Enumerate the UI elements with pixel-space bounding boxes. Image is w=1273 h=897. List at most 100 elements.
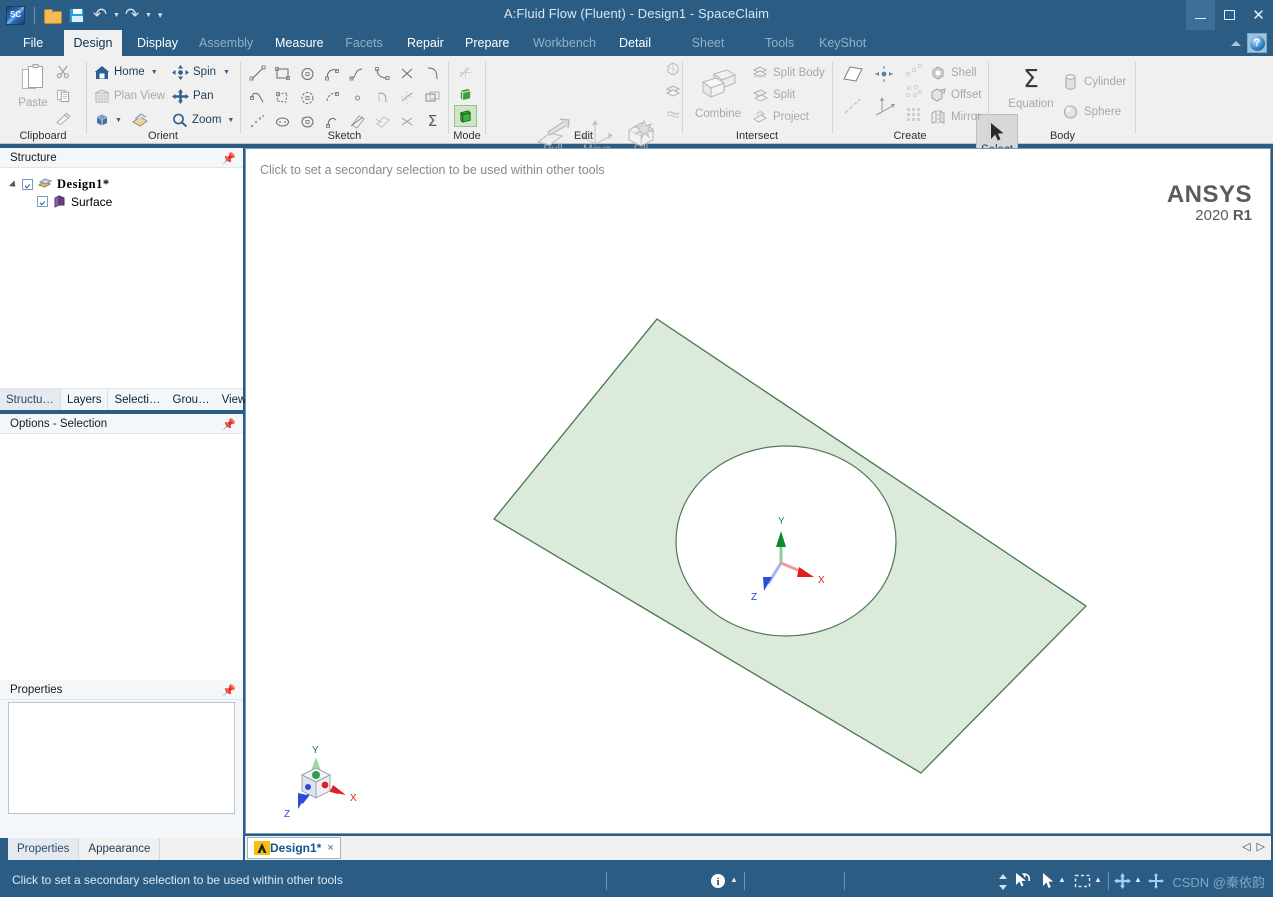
- expand-collapse-icon[interactable]: [10, 180, 20, 190]
- axis-line-button[interactable]: [842, 96, 864, 116]
- split-button[interactable]: Split: [752, 85, 795, 104]
- cube-dropdown-icon[interactable]: ▼: [115, 117, 122, 124]
- tab-detail[interactable]: Detail: [610, 30, 660, 56]
- sketch-trim-tool[interactable]: [395, 61, 420, 85]
- mode-sketch-button[interactable]: [454, 61, 477, 83]
- tab-design[interactable]: Design: [64, 30, 122, 56]
- pin-icon[interactable]: 📌: [222, 684, 236, 697]
- blend-button[interactable]: [665, 61, 681, 77]
- project-button[interactable]: Project: [752, 107, 809, 126]
- tree-node-design1[interactable]: Design1*: [10, 176, 243, 193]
- tab-appearance[interactable]: Appearance: [79, 838, 161, 860]
- mode-section-button[interactable]: [454, 83, 477, 105]
- tab-facets[interactable]: Facets: [336, 30, 392, 56]
- sketch-construction-tool[interactable]: [395, 85, 420, 109]
- merge-button[interactable]: [665, 105, 681, 121]
- sketch-point-tool[interactable]: [345, 85, 370, 109]
- sketch-arc-3pt-tool[interactable]: [320, 85, 345, 109]
- tab-keyshot[interactable]: KeyShot: [810, 30, 874, 56]
- info-icon[interactable]: i: [710, 873, 726, 889]
- spinner-icon[interactable]: [997, 873, 1009, 891]
- view-cube-button[interactable]: ▼: [94, 110, 149, 130]
- prev-tab-icon[interactable]: ◁: [1242, 840, 1250, 853]
- pan-button[interactable]: Pan: [172, 86, 213, 106]
- tab-selection[interactable]: Selecti…: [108, 389, 166, 410]
- properties-grid[interactable]: [8, 702, 235, 814]
- tree-node-surface[interactable]: Surface: [10, 193, 243, 210]
- zoom-button[interactable]: Zoom ▼: [172, 110, 234, 130]
- tab-tools[interactable]: Tools: [756, 30, 802, 56]
- box-select-dropdown-icon[interactable]: ▲: [1094, 875, 1102, 884]
- cursor-icon[interactable]: [1040, 872, 1055, 891]
- sketch-spline-tool[interactable]: [345, 61, 370, 85]
- surface-geometry[interactable]: [246, 149, 1272, 835]
- cut-button[interactable]: [56, 64, 71, 79]
- sketch-polygon-tool[interactable]: [270, 85, 295, 109]
- tab-prepare[interactable]: Prepare: [456, 30, 518, 56]
- sketch-tangent-arc-tool[interactable]: [370, 61, 395, 85]
- tab-display[interactable]: Display: [128, 30, 184, 56]
- tab-assembly[interactable]: Assembly: [190, 30, 260, 56]
- info-dropdown-icon[interactable]: ▲: [730, 875, 738, 884]
- home-button[interactable]: Home ▼: [94, 62, 158, 82]
- pattern-points-button[interactable]: [904, 62, 924, 78]
- move-handle-icon[interactable]: [1114, 873, 1131, 889]
- next-tab-icon[interactable]: ▷: [1257, 840, 1265, 853]
- spin-button[interactable]: Spin ▼: [172, 62, 230, 82]
- snap-icon[interactable]: [1148, 873, 1164, 889]
- mirror-button[interactable]: Mirror: [930, 107, 981, 126]
- graphics-viewport[interactable]: Click to set a secondary selection to be…: [245, 148, 1271, 834]
- origin-button[interactable]: [874, 65, 894, 83]
- sketch-arc-tool[interactable]: [320, 61, 345, 85]
- merge-faces-button[interactable]: [665, 83, 681, 99]
- shell-button[interactable]: Shell: [930, 63, 977, 82]
- move-dropdown-icon[interactable]: ▲: [1134, 875, 1142, 884]
- offset-button[interactable]: Offset: [930, 85, 981, 104]
- visibility-checkbox[interactable]: [37, 196, 48, 207]
- tab-repair[interactable]: Repair: [398, 30, 450, 56]
- plane-button[interactable]: [842, 64, 864, 84]
- cylinder-button[interactable]: Cylinder: [1062, 72, 1126, 91]
- copy-button[interactable]: [56, 88, 71, 103]
- paste-button[interactable]: Paste: [12, 60, 54, 122]
- sketch-line-arc-tool[interactable]: [245, 85, 270, 109]
- tab-properties[interactable]: Properties: [8, 838, 80, 860]
- sphere-button[interactable]: Sphere: [1062, 102, 1121, 121]
- document-tab-design1[interactable]: Design1* ×: [247, 837, 341, 859]
- split-body-button[interactable]: Split Body: [752, 63, 825, 82]
- close-button[interactable]: ✕: [1244, 0, 1273, 30]
- sketch-circle-3pt-tool[interactable]: [295, 85, 320, 109]
- home-dropdown-icon[interactable]: ▼: [151, 69, 158, 76]
- tab-layers[interactable]: Layers: [61, 389, 109, 410]
- close-tab-icon[interactable]: ×: [327, 842, 333, 854]
- maximize-button[interactable]: [1215, 0, 1244, 30]
- box-select-icon[interactable]: [1074, 874, 1091, 889]
- pattern-circular-button[interactable]: [904, 84, 924, 100]
- collapse-ribbon-icon[interactable]: [1231, 41, 1241, 46]
- axes-button[interactable]: [874, 96, 896, 116]
- view-cube-triad[interactable]: Y Z X: [266, 737, 376, 827]
- tab-sheet-metal[interactable]: Sheet Metal: [666, 30, 750, 76]
- zoom-dropdown-icon[interactable]: ▼: [227, 117, 234, 124]
- tab-file[interactable]: File: [14, 30, 48, 56]
- pin-icon[interactable]: 📌: [222, 152, 236, 165]
- visibility-checkbox[interactable]: [22, 179, 33, 190]
- mode-3d-button[interactable]: [454, 105, 477, 127]
- tab-measure[interactable]: Measure: [266, 30, 328, 56]
- help-button[interactable]: ?: [1247, 33, 1267, 53]
- sketch-line-tool[interactable]: [245, 61, 270, 85]
- format-painter-button[interactable]: [56, 112, 71, 126]
- equation-button[interactable]: Σ Equation: [1004, 66, 1058, 111]
- tab-groups[interactable]: Grou…: [167, 389, 216, 410]
- spin-dropdown-icon[interactable]: ▼: [223, 69, 230, 76]
- cursor-dropdown-icon[interactable]: ▲: [1058, 875, 1066, 884]
- tab-workbench[interactable]: Workbench: [524, 30, 604, 56]
- sketch-corner-tool[interactable]: [370, 85, 395, 109]
- sketch-circle-tool[interactable]: [295, 61, 320, 85]
- sketch-offset-tool[interactable]: [420, 85, 445, 109]
- minimize-button[interactable]: [1186, 0, 1215, 30]
- undo-select-icon[interactable]: [1013, 872, 1032, 891]
- sketch-rectangle-tool[interactable]: [270, 61, 295, 85]
- tab-structure[interactable]: Structu…: [0, 389, 61, 410]
- pattern-grid-button[interactable]: [904, 106, 924, 122]
